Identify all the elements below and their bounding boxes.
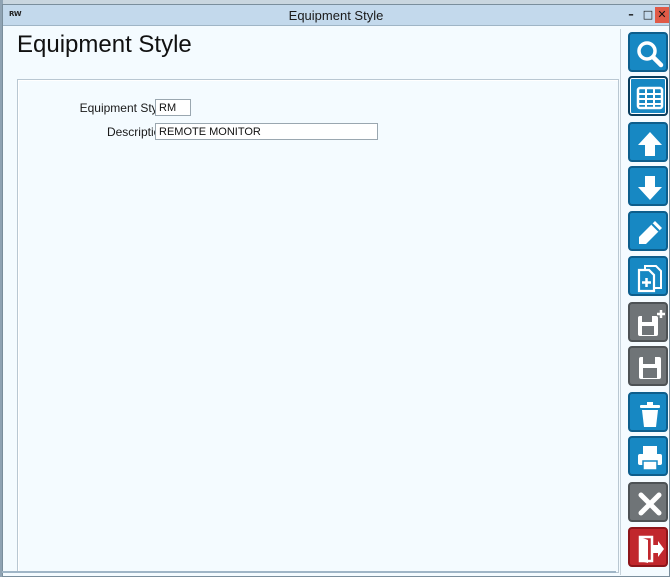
close-window-button[interactable]: ✕	[655, 7, 669, 23]
title-bar[interactable]: RW Equipment Style – □ ✕	[3, 5, 669, 26]
table-icon	[636, 86, 664, 110]
minimize-button[interactable]: –	[623, 7, 639, 23]
cancel-button[interactable]	[628, 482, 668, 522]
equipment-style-label: Equipment Style	[79, 101, 167, 115]
save-new-button[interactable]	[628, 302, 668, 342]
delete-button[interactable]	[628, 392, 668, 432]
pencil-icon	[639, 221, 662, 244]
edit-button[interactable]	[628, 211, 668, 251]
copy-new-button[interactable]	[628, 256, 668, 296]
x-icon	[638, 492, 662, 516]
equipment-style-field[interactable]	[155, 99, 191, 116]
arrow-up-icon	[638, 132, 662, 156]
next-record-button[interactable]	[628, 166, 668, 206]
search-icon	[637, 41, 664, 68]
print-button[interactable]	[628, 436, 668, 476]
maximize-button[interactable]: □	[640, 7, 656, 23]
window-title: Equipment Style	[288, 8, 384, 23]
search-button[interactable]	[628, 32, 668, 72]
description-field[interactable]	[155, 123, 378, 140]
copy-document-icon	[637, 265, 662, 293]
grid-view-button[interactable]	[628, 76, 668, 116]
equipment-style-window: RW Equipment Style – □ ✕ Equipment Style…	[2, 4, 670, 577]
save-plus-icon	[638, 310, 665, 336]
trash-icon	[640, 402, 660, 427]
window-bottom-edge	[2, 571, 616, 573]
save-button[interactable]	[628, 346, 668, 386]
toolbar-divider	[620, 29, 621, 575]
exit-button[interactable]	[628, 527, 668, 567]
exit-door-icon	[638, 535, 664, 563]
save-icon	[639, 357, 661, 379]
form-panel: Equipment Style Description	[17, 79, 619, 573]
page-title: Equipment Style	[17, 31, 192, 58]
previous-record-button[interactable]	[628, 122, 668, 162]
arrow-down-icon	[638, 176, 662, 200]
printer-icon	[638, 446, 662, 471]
